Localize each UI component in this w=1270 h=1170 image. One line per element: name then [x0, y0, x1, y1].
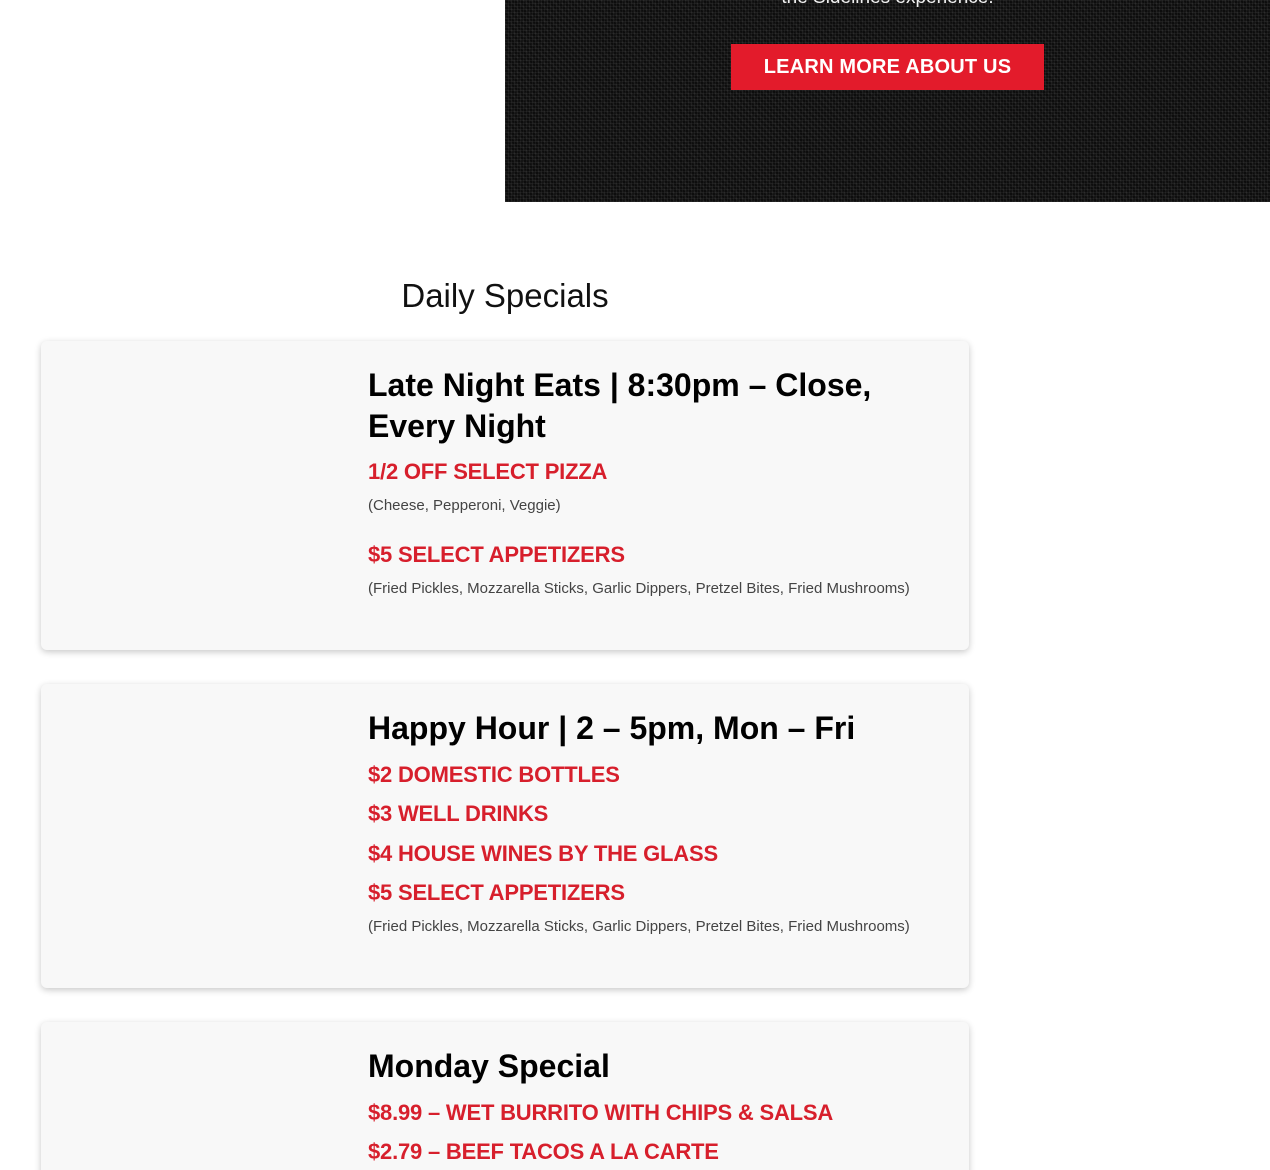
special-item: $2.79 – BEEF TACOS A LA CARTE [368, 1139, 719, 1164]
card-image-placeholder [41, 684, 341, 988]
card-title: Happy Hour | 2 – 5pm, Mon – Fri [368, 710, 856, 746]
card-title: Monday Special [368, 1048, 610, 1084]
card-title: Late Night Eats | 8:30pm – Close, Every … [368, 367, 872, 444]
special-card-late-night: Late Night Eats | 8:30pm – Close, Every … [41, 341, 969, 650]
special-item: $3 WELL DRINKS [368, 801, 549, 826]
special-item: $8.99 – WET BURRITO WITH CHIPS & SALSA [368, 1100, 834, 1125]
special-item: $2 DOMESTIC BOTTLES [368, 762, 620, 787]
card-image-placeholder [41, 341, 341, 650]
special-item-note: (Cheese, Pepperoni, Veggie) [368, 497, 561, 514]
section-title: Daily Specials [401, 277, 609, 315]
page: the Sidelines experience! LEARN MORE ABO… [0, 0, 1270, 1170]
hero-tagline: the Sidelines experience! [505, 0, 1270, 10]
special-item-note: (Fried Pickles, Mozzarella Sticks, Garli… [368, 580, 910, 597]
special-card-happy-hour: Happy Hour | 2 – 5pm, Mon – Fri $2 DOMES… [41, 684, 969, 988]
special-item-note: (Fried Pickles, Mozzarella Sticks, Garli… [368, 918, 910, 935]
special-item: $5 SELECT APPETIZERS [368, 880, 625, 905]
special-item: 1/2 OFF SELECT PIZZA [368, 459, 608, 484]
special-item: $5 SELECT APPETIZERS [368, 542, 625, 567]
learn-more-button[interactable]: LEARN MORE ABOUT US [731, 44, 1044, 90]
card-image-placeholder [41, 1022, 341, 1170]
special-card-monday: Monday Special $8.99 – WET BURRITO WITH … [41, 1022, 969, 1170]
about-hero-banner: the Sidelines experience! LEARN MORE ABO… [505, 0, 1270, 202]
special-item: $4 HOUSE WINES BY THE GLASS [368, 841, 718, 866]
